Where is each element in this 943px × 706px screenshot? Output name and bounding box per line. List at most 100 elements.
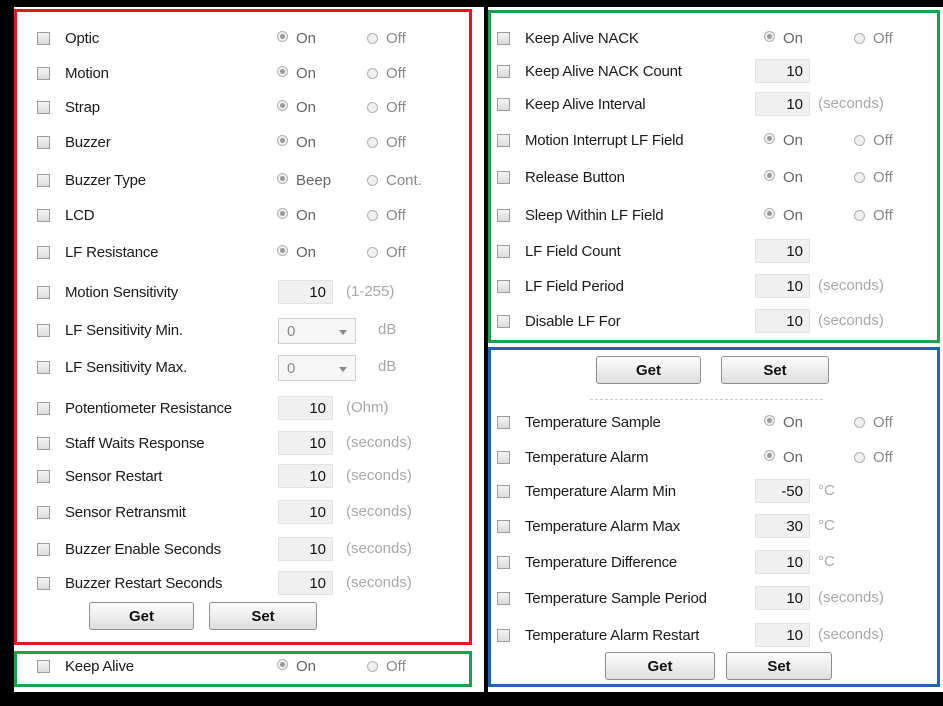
radio-off[interactable]: Off <box>367 30 406 47</box>
left-get-button[interactable]: Get <box>89 602 194 630</box>
unit-label: (seconds) <box>818 312 884 329</box>
checkbox[interactable] <box>37 543 50 556</box>
radio-on[interactable]: On <box>277 134 316 151</box>
checkbox[interactable] <box>37 361 50 374</box>
checkbox[interactable] <box>497 556 510 569</box>
top-right-get-button[interactable]: Get <box>596 356 701 384</box>
radio-on[interactable]: On <box>277 99 316 116</box>
radio-off[interactable]: Off <box>367 99 406 116</box>
radio-on[interactable]: On <box>764 449 803 466</box>
checkbox[interactable] <box>497 629 510 642</box>
checkbox[interactable] <box>497 98 510 111</box>
checkbox[interactable] <box>497 520 510 533</box>
top-right-set-button[interactable]: Set <box>721 356 829 384</box>
radio-on-label: On <box>783 132 804 149</box>
number-input[interactable]: 10 <box>278 396 333 420</box>
radio-on-label: On <box>296 244 317 261</box>
radio-off[interactable]: Off <box>854 169 893 186</box>
radio-off[interactable]: Off <box>367 244 406 261</box>
radio-on[interactable]: On <box>764 414 803 431</box>
checkbox[interactable] <box>37 577 50 590</box>
radio-on[interactable]: On <box>764 132 803 149</box>
number-input[interactable]: 10 <box>278 571 333 595</box>
checkbox[interactable] <box>37 32 50 45</box>
checkbox[interactable] <box>37 324 50 337</box>
radio-selected-icon <box>764 450 775 461</box>
radio-off[interactable]: Off <box>854 132 893 149</box>
checkbox[interactable] <box>37 506 50 519</box>
radio-off[interactable]: Off <box>367 658 406 675</box>
radio-unselected-icon <box>367 247 378 258</box>
checkbox[interactable] <box>497 209 510 222</box>
setting-label: Temperature Alarm <box>525 449 649 466</box>
checkbox[interactable] <box>37 136 50 149</box>
radio-off[interactable]: Off <box>854 30 893 47</box>
checkbox[interactable] <box>497 134 510 147</box>
checkbox[interactable] <box>497 32 510 45</box>
radio-off[interactable]: Off <box>854 414 893 431</box>
radio-on[interactable]: On <box>764 169 803 186</box>
checkbox[interactable] <box>37 286 50 299</box>
number-input[interactable]: 10 <box>755 550 810 574</box>
radio-off[interactable]: Off <box>367 134 406 151</box>
setting-label: LF Field Period <box>525 278 624 295</box>
radio-on[interactable]: On <box>277 65 316 82</box>
bottom-right-get-button[interactable]: Get <box>605 652 715 680</box>
radio-off[interactable]: Off <box>367 65 406 82</box>
radio-on[interactable]: On <box>277 30 316 47</box>
setting-row-keep-alive-interval: Keep Alive Interval 10 (seconds) <box>497 92 937 116</box>
left-set-button[interactable]: Set <box>209 602 317 630</box>
separator-line <box>590 399 823 400</box>
checkbox[interactable] <box>497 451 510 464</box>
bottom-right-set-button[interactable]: Set <box>726 652 832 680</box>
checkbox[interactable] <box>497 171 510 184</box>
number-input[interactable]: 10 <box>278 280 333 304</box>
radio-on[interactable]: On <box>764 207 803 224</box>
checkbox[interactable] <box>37 174 50 187</box>
number-input[interactable]: 10 <box>278 500 333 524</box>
setting-row-lf-field-count: LF Field Count 10 <box>497 239 937 263</box>
checkbox[interactable] <box>497 416 510 429</box>
number-input[interactable]: 10 <box>755 623 810 647</box>
setting-label: Release Button <box>525 169 625 186</box>
checkbox[interactable] <box>37 660 50 673</box>
radio-unselected-icon <box>367 68 378 79</box>
checkbox[interactable] <box>497 245 510 258</box>
number-input[interactable]: 10 <box>755 586 810 610</box>
unit-label: dB <box>378 358 397 375</box>
checkbox[interactable] <box>497 592 510 605</box>
radio-on[interactable]: On <box>277 244 316 261</box>
radio-on[interactable]: On <box>277 207 316 224</box>
number-input[interactable]: 10 <box>755 92 810 116</box>
radio-selected-icon <box>764 133 775 144</box>
number-input[interactable]: 10 <box>755 309 810 333</box>
number-input[interactable]: -50 <box>755 479 810 503</box>
checkbox[interactable] <box>37 101 50 114</box>
radio-off[interactable]: Off <box>367 207 406 224</box>
checkbox[interactable] <box>497 485 510 498</box>
checkbox[interactable] <box>497 280 510 293</box>
number-input[interactable]: 30 <box>755 514 810 538</box>
radio-off[interactable]: Off <box>854 449 893 466</box>
radio-off[interactable]: Off <box>854 207 893 224</box>
number-input[interactable]: 10 <box>278 537 333 561</box>
checkbox[interactable] <box>37 67 50 80</box>
checkbox[interactable] <box>37 402 50 415</box>
number-input[interactable]: 10 <box>755 274 810 298</box>
radio-on[interactable]: On <box>277 658 316 675</box>
number-input[interactable]: 10 <box>755 59 810 83</box>
checkbox[interactable] <box>37 246 50 259</box>
checkbox[interactable] <box>497 315 510 328</box>
dropdown-select[interactable]: 0 <box>278 355 356 381</box>
radio-on[interactable]: Beep <box>277 172 331 189</box>
number-input[interactable]: 10 <box>278 464 333 488</box>
radio-off[interactable]: Cont. <box>367 172 422 189</box>
checkbox[interactable] <box>37 437 50 450</box>
checkbox[interactable] <box>37 209 50 222</box>
checkbox[interactable] <box>37 470 50 483</box>
radio-on[interactable]: On <box>764 30 803 47</box>
checkbox[interactable] <box>497 65 510 78</box>
number-input[interactable]: 10 <box>278 431 333 455</box>
number-input[interactable]: 10 <box>755 239 810 263</box>
dropdown-select[interactable]: 0 <box>278 318 356 344</box>
